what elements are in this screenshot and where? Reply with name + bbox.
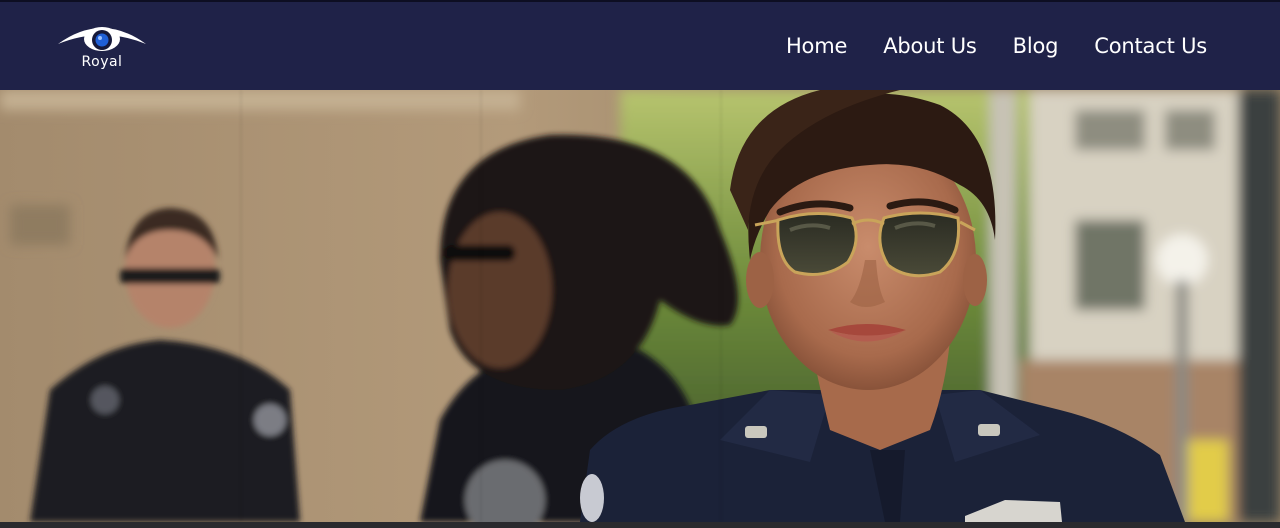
site-header: Royal Home About Us Blog Contact Us (0, 0, 1280, 90)
main-nav: Home About Us Blog Contact Us (786, 34, 1207, 58)
bottom-divider (0, 522, 1280, 528)
police-officers-photo (0, 90, 1280, 522)
nav-home[interactable]: Home (786, 34, 847, 58)
logo-text: Royal (81, 54, 123, 70)
hero-banner (0, 90, 1280, 522)
logo-link[interactable]: Royal (56, 20, 150, 76)
nav-contact-us[interactable]: Contact Us (1094, 34, 1207, 58)
nav-blog[interactable]: Blog (1013, 34, 1059, 58)
nav-about-us[interactable]: About Us (883, 34, 977, 58)
